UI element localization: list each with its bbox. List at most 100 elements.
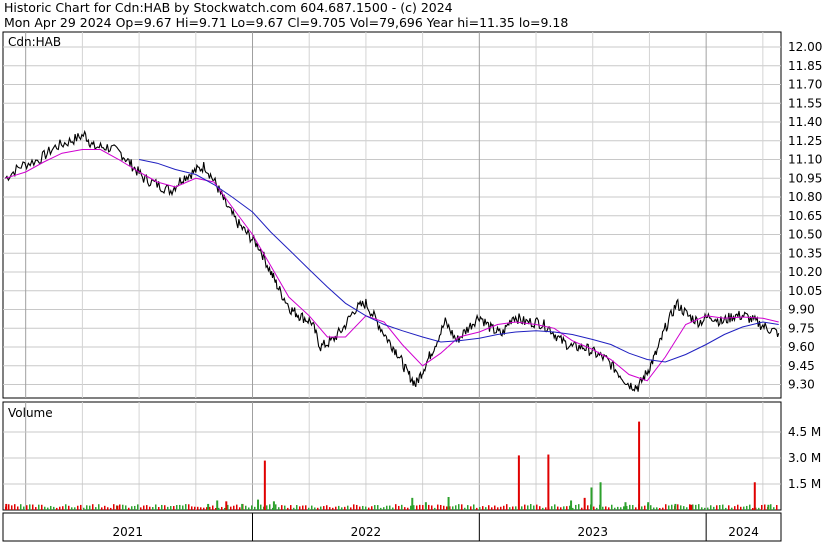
volume-bar bbox=[431, 505, 433, 510]
volume-bar bbox=[536, 504, 538, 510]
price-tick-label: 11.55 bbox=[788, 96, 822, 110]
volume-bar bbox=[389, 505, 391, 510]
volume-bar bbox=[446, 506, 448, 510]
volume-bar bbox=[461, 504, 463, 510]
volume-bar bbox=[728, 505, 730, 510]
volume-bar bbox=[104, 505, 106, 510]
price-tick-label: 9.75 bbox=[788, 321, 815, 335]
volume-bar bbox=[632, 505, 634, 510]
volume-bar bbox=[734, 506, 736, 510]
volume-bar bbox=[119, 504, 121, 510]
volume-bar bbox=[323, 506, 325, 510]
volume-tick-label: 3.0 M bbox=[788, 451, 821, 465]
volume-bar bbox=[164, 505, 166, 510]
volume-bar bbox=[614, 507, 616, 510]
volume-bar bbox=[629, 504, 631, 510]
volume-bar bbox=[659, 507, 661, 510]
volume-bar bbox=[506, 504, 508, 510]
price-tick-label: 10.50 bbox=[788, 228, 822, 242]
volume-bar bbox=[80, 504, 82, 510]
volume-bar bbox=[44, 506, 46, 510]
volume-bar bbox=[170, 506, 172, 510]
volume-bar bbox=[74, 507, 76, 510]
volume-bar bbox=[485, 507, 487, 510]
volume-bar bbox=[371, 506, 373, 510]
price-tick-label: 12.00 bbox=[788, 40, 822, 54]
volume-bar bbox=[479, 507, 481, 510]
volume-bar bbox=[296, 505, 298, 510]
volume-bar bbox=[545, 507, 547, 510]
volume-bar bbox=[674, 503, 677, 510]
volume-bar bbox=[494, 505, 496, 510]
volume-bar bbox=[605, 506, 607, 510]
volume-bar bbox=[533, 505, 535, 510]
volume-bar bbox=[341, 507, 343, 510]
volume-bar bbox=[719, 505, 721, 510]
volume-bar bbox=[152, 507, 154, 510]
volume-bar bbox=[635, 507, 637, 510]
volume-bar bbox=[83, 507, 85, 510]
volume-panel: 4.5 M 3.0 M 1.5 M Volume bbox=[2, 401, 821, 511]
volume-bar bbox=[497, 507, 499, 510]
volume-bar bbox=[509, 507, 511, 510]
volume-bar bbox=[638, 421, 641, 510]
volume-bar bbox=[233, 505, 235, 510]
volume-bar bbox=[737, 504, 739, 510]
volume-bar bbox=[272, 501, 275, 510]
volume-bar bbox=[611, 504, 613, 510]
volume-bar bbox=[11, 505, 13, 510]
volume-bar bbox=[620, 507, 622, 510]
volume-bar bbox=[476, 507, 478, 510]
volume-bar bbox=[38, 504, 40, 510]
volume-bar bbox=[656, 507, 658, 510]
price-tick-label: 9.60 bbox=[788, 340, 815, 354]
volume-bar bbox=[443, 505, 445, 510]
volume-bar bbox=[653, 507, 655, 510]
volume-bar bbox=[407, 507, 409, 510]
volume-bar bbox=[395, 504, 397, 510]
volume-bar bbox=[440, 504, 442, 510]
volume-bar bbox=[458, 504, 460, 510]
volume-bar bbox=[107, 507, 109, 510]
volume-bar bbox=[216, 500, 219, 510]
price-tick-label: 9.30 bbox=[788, 378, 815, 392]
volume-bar bbox=[701, 507, 703, 510]
volume-bar bbox=[212, 505, 214, 510]
volume-bar bbox=[570, 500, 573, 510]
volume-bar bbox=[320, 506, 322, 510]
volume-bar bbox=[665, 504, 667, 510]
volume-bar bbox=[434, 507, 436, 510]
volume-bar bbox=[251, 505, 253, 510]
volume-bar bbox=[503, 505, 505, 510]
volume-bar bbox=[59, 506, 61, 510]
volume-bar bbox=[311, 505, 313, 510]
volume-bar bbox=[266, 505, 268, 510]
volume-bar bbox=[690, 504, 693, 510]
volume-bar bbox=[578, 504, 580, 510]
volume-bar bbox=[566, 506, 568, 510]
volume-bar bbox=[668, 505, 670, 510]
x-axis: 2021 2022 2023 2024 bbox=[2, 512, 782, 542]
volume-bar bbox=[386, 505, 388, 510]
volume-bar bbox=[761, 504, 763, 510]
volume-bar bbox=[716, 505, 718, 510]
volume-bar bbox=[305, 505, 307, 510]
volume-bar bbox=[416, 505, 418, 510]
volume-bar bbox=[404, 507, 406, 510]
price-tick-label: 10.35 bbox=[788, 246, 822, 260]
volume-bar bbox=[539, 506, 541, 510]
price-tick-label: 10.95 bbox=[788, 171, 822, 185]
price-tick-label: 9.90 bbox=[788, 303, 815, 317]
volume-bar bbox=[185, 504, 187, 510]
volume-bar bbox=[599, 482, 602, 510]
volume-bar bbox=[332, 507, 334, 510]
volume-bar bbox=[392, 507, 394, 510]
volume-bar bbox=[62, 506, 64, 510]
volume-bar bbox=[683, 506, 685, 510]
volume-bar bbox=[624, 502, 627, 510]
volume-bar bbox=[467, 505, 469, 510]
volume-bar bbox=[347, 505, 349, 510]
volume-bar bbox=[200, 507, 202, 510]
volume-bar bbox=[581, 507, 583, 510]
volume-bar bbox=[470, 506, 472, 510]
